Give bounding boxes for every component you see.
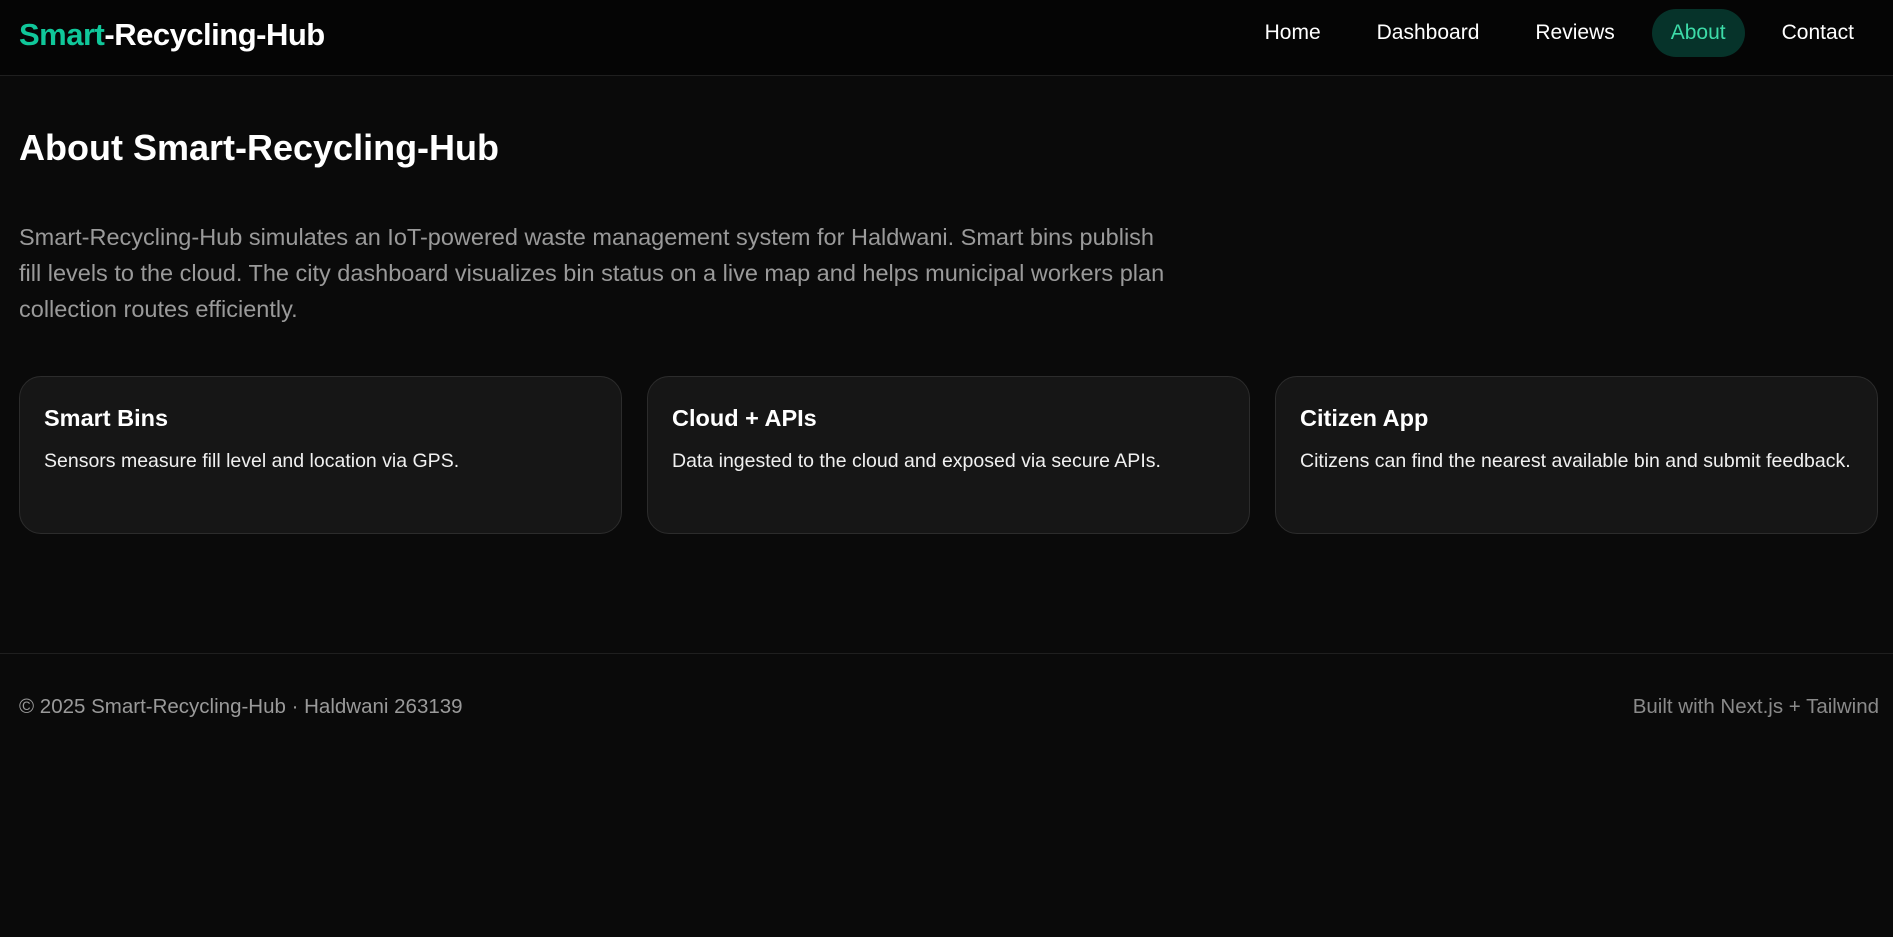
feature-card-smart-bins: Smart Bins Sensors measure fill level an… — [19, 376, 622, 534]
card-text: Citizens can find the nearest available … — [1300, 450, 1851, 472]
site-logo[interactable]: Smart-Recycling-Hub — [19, 17, 325, 53]
card-title: Cloud + APIs — [672, 405, 817, 431]
card-title: Citizen App — [1300, 405, 1429, 431]
footer-copyright: © 2025 Smart-Recycling-Hub · Haldwani 26… — [19, 695, 463, 718]
page-footer: © 2025 Smart-Recycling-Hub · Haldwani 26… — [0, 653, 1893, 743]
footer-built-with: Built with Next.js + Tailwind — [1632, 695, 1879, 718]
card-text: Sensors measure fill level and location … — [44, 450, 460, 472]
nav-link-about[interactable]: About — [1651, 9, 1745, 57]
logo-accent-text: Smart — [19, 17, 105, 52]
intro-paragraph: Smart-Recycling-Hub simulates an IoT-pow… — [19, 224, 1165, 322]
logo-rest-text: -Recycling-Hub — [104, 17, 325, 52]
feature-card-cloud-apis: Cloud + APIs Data ingested to the cloud … — [647, 376, 1250, 534]
feature-cards: Smart Bins Sensors measure fill level an… — [19, 376, 1880, 534]
nav-links: Home Dashboard Reviews About Contact — [1246, 9, 1873, 57]
card-text: Data ingested to the cloud and exposed v… — [672, 450, 1161, 472]
nav-link-contact[interactable]: Contact — [1763, 9, 1873, 57]
nav-link-home[interactable]: Home — [1246, 9, 1340, 57]
nav-link-dashboard[interactable]: Dashboard — [1358, 9, 1499, 57]
card-title: Smart Bins — [44, 405, 169, 431]
feature-card-citizen-app: Citizen App Citizens can find the neares… — [1275, 376, 1878, 534]
page-title: About Smart-Recycling-Hub — [19, 127, 500, 168]
top-navbar: Smart-Recycling-Hub Home Dashboard Revie… — [0, 0, 1893, 76]
nav-link-reviews[interactable]: Reviews — [1516, 9, 1633, 57]
